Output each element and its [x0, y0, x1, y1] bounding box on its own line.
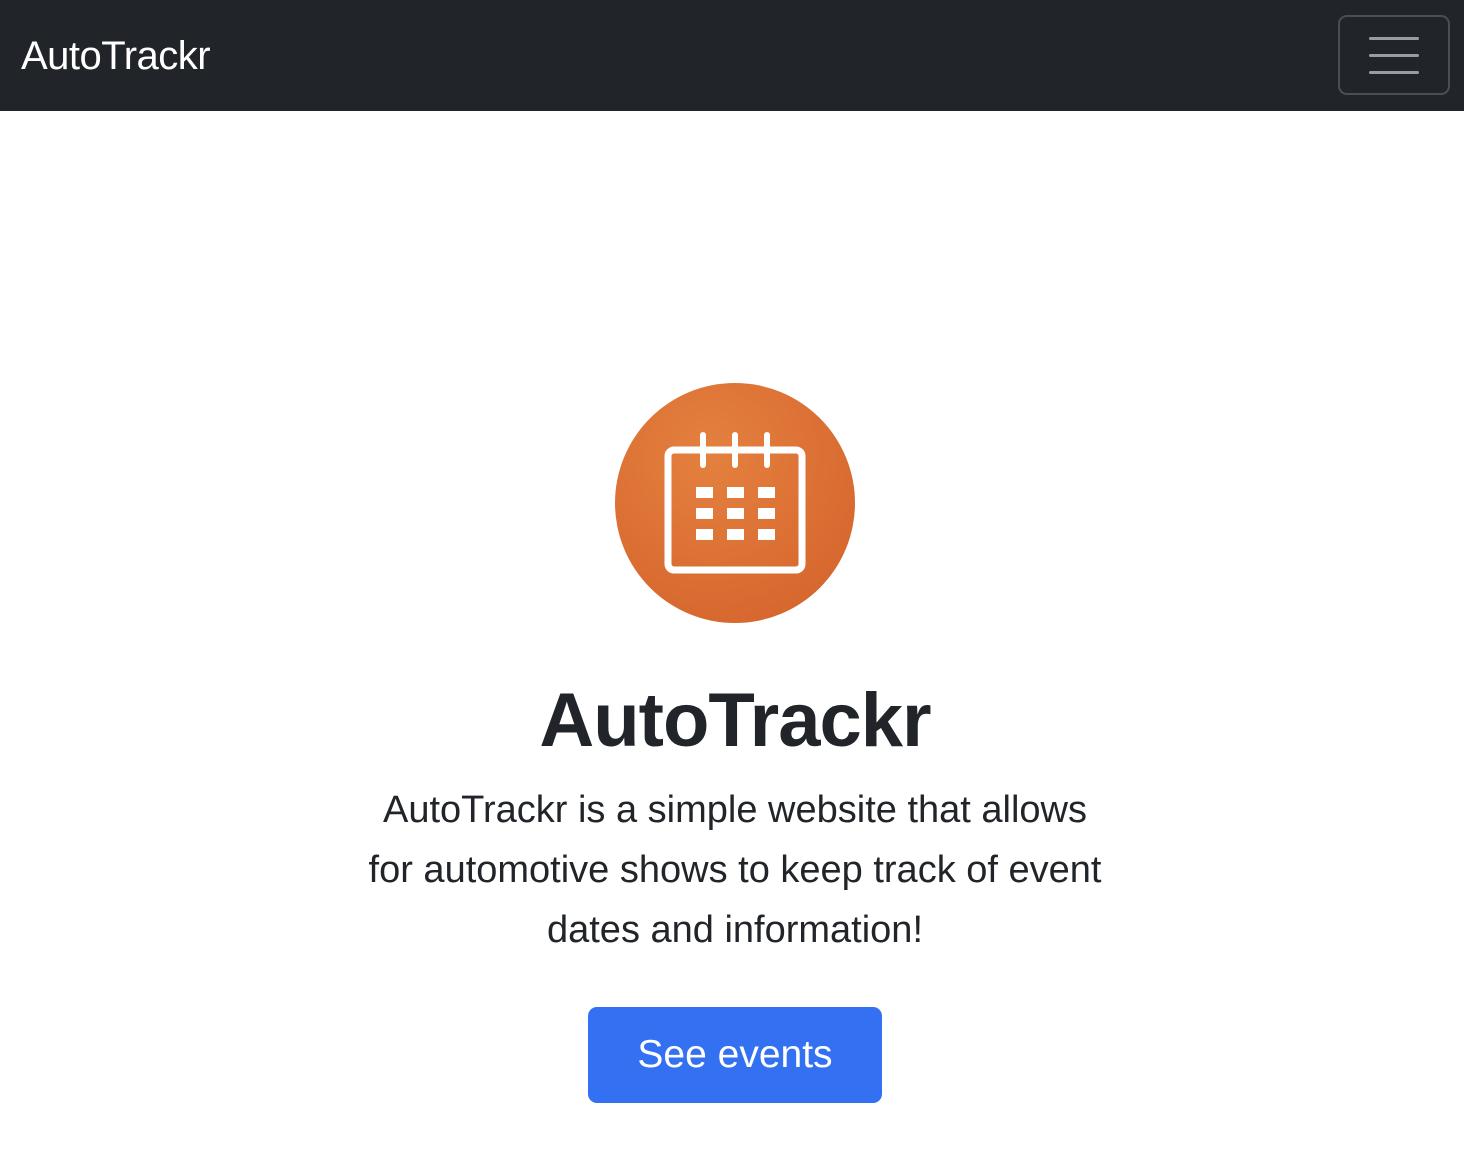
- navbar-toggle-button[interactable]: [1338, 15, 1450, 95]
- navbar-brand[interactable]: AutoTrackr: [21, 31, 211, 81]
- see-events-button[interactable]: See events: [588, 1007, 882, 1103]
- hero-title: AutoTrackr: [539, 678, 931, 763]
- calendar-icon: [615, 383, 855, 623]
- top-navbar: AutoTrackr: [0, 0, 1464, 111]
- hero-description: AutoTrackr is a simple website that allo…: [368, 789, 1102, 951]
